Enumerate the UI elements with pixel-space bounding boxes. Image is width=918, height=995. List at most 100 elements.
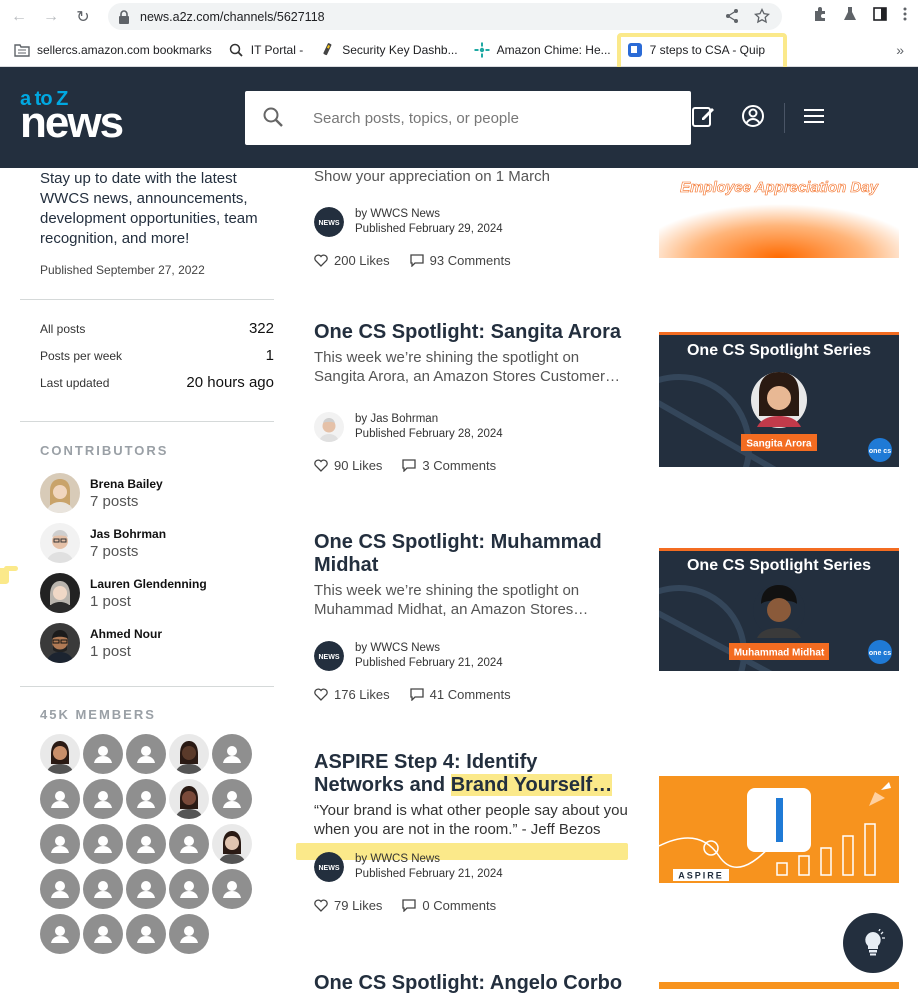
member-avatar[interactable] — [83, 869, 123, 909]
side-panel-icon[interactable] — [872, 6, 888, 22]
member-avatar[interactable] — [169, 734, 209, 774]
bookmark-star-icon[interactable] — [754, 8, 770, 24]
member-avatar[interactable] — [126, 779, 166, 819]
stat-label: All posts — [40, 322, 86, 336]
bookmark-label: IT Portal - — [250, 43, 304, 57]
member-avatar[interactable] — [83, 914, 123, 954]
member-avatar[interactable] — [126, 914, 166, 954]
member-avatar[interactable] — [169, 824, 209, 864]
post-title[interactable]: One CS Spotlight: Sangita Arora — [314, 321, 634, 344]
member-avatar[interactable] — [40, 914, 80, 954]
post-title[interactable]: One CS Spotlight: Angelo Corbo — [314, 972, 634, 995]
contributor-item[interactable]: Brena Bailey 7 posts — [20, 468, 274, 518]
contributor-item[interactable]: Lauren Glendenning 1 post — [20, 568, 274, 618]
contributor-item[interactable]: Jas Bohrman 7 posts — [20, 518, 274, 568]
post-card[interactable]: One CS Spotlight: Muhammad Midhat This w… — [314, 531, 634, 702]
post-thumbnail-appreciation[interactable]: Employee Appreciation Day — [659, 168, 899, 258]
bookmark-quip[interactable]: 7 steps to CSA - Quip — [616, 33, 788, 76]
comment-icon — [410, 688, 424, 701]
member-avatar[interactable] — [40, 869, 80, 909]
stat-last-updated: Last updated 20 hours ago — [40, 374, 274, 401]
member-avatar[interactable] — [83, 734, 123, 774]
tips-button[interactable] — [843, 913, 903, 973]
member-avatar[interactable] — [126, 869, 166, 909]
post-card[interactable]: One CS Spotlight: Angelo Corbo — [314, 972, 634, 995]
reload-icon[interactable]: ↻ — [72, 6, 94, 28]
post-card[interactable]: ASPIRE Step 4: Identify Networks and Bra… — [314, 751, 634, 913]
bookmark-sellercs[interactable]: sellercs.amazon.com bookmarks — [14, 42, 212, 58]
post-thumbnail-spotlight-sangita[interactable]: One CS Spotlight Series Sangita Arora on… — [659, 332, 899, 467]
comments-button[interactable]: 0 Comments — [402, 898, 496, 913]
stat-value: 1 — [265, 347, 274, 364]
comment-icon — [402, 899, 417, 912]
post-excerpt: This week we’re shining the spotlight on… — [314, 582, 589, 618]
member-avatar[interactable] — [40, 824, 80, 864]
search-input[interactable] — [313, 109, 673, 127]
post-card[interactable]: One CS Spotlight: Sangita Arora This wee… — [314, 321, 634, 473]
compose-icon[interactable] — [690, 103, 716, 129]
search-box[interactable] — [245, 91, 691, 145]
post-thumbnail-spotlight-midhat[interactable]: One CS Spotlight Series Muhammad Midhat … — [659, 548, 899, 671]
profile-icon[interactable] — [740, 103, 766, 129]
channel-published-date: Published September 27, 2022 — [40, 263, 205, 277]
member-avatar[interactable] — [212, 869, 252, 909]
divider — [20, 686, 274, 687]
comments-count: 41 Comments — [429, 687, 511, 702]
member-avatar[interactable] — [212, 779, 252, 819]
post-author: by WWCS News — [355, 642, 440, 654]
comments-count: 3 Comments — [422, 458, 497, 473]
member-avatar[interactable] — [83, 779, 123, 819]
avatar — [40, 573, 80, 613]
contributor-post-count: 1 post — [90, 642, 131, 660]
comments-button[interactable]: 41 Comments — [410, 687, 511, 702]
extension-icon[interactable] — [812, 6, 828, 22]
contributor-item[interactable]: Ahmed Nour 1 post — [20, 618, 274, 668]
member-avatar[interactable] — [126, 734, 166, 774]
member-avatar[interactable] — [40, 734, 80, 774]
labs-flask-icon[interactable] — [842, 6, 858, 22]
member-avatar[interactable] — [212, 824, 252, 864]
member-avatar[interactable] — [40, 779, 80, 819]
member-avatar[interactable] — [212, 734, 252, 774]
atoz-news-logo[interactable]: a to Z news — [20, 89, 124, 145]
member-avatar[interactable] — [126, 824, 166, 864]
avatar — [40, 473, 80, 513]
menu-kebab-icon[interactable] — [902, 6, 908, 22]
avatar — [40, 623, 80, 663]
post-excerpt: Show your appreciation on 1 March — [314, 168, 550, 185]
bookmark-security-key[interactable]: Security Key Dashb... — [319, 42, 458, 58]
bookmark-it-portal[interactable]: IT Portal - — [228, 42, 303, 58]
post-thumbnail-aspire[interactable]: ASPIRE — [659, 776, 899, 883]
address-bar[interactable]: news.a2z.com/channels/5627118 — [108, 3, 782, 30]
forward-icon[interactable]: → — [40, 6, 62, 28]
stat-value: 322 — [248, 320, 274, 337]
like-button[interactable]: 200 Likes — [314, 253, 390, 268]
back-icon[interactable]: ← — [8, 6, 30, 28]
member-avatar[interactable] — [169, 914, 209, 954]
member-avatar[interactable] — [169, 869, 209, 909]
bookmarks-overflow-icon[interactable]: » — [896, 42, 904, 58]
post-byline: NEWS by WWCS News Published February 21, … — [314, 641, 634, 671]
like-button[interactable]: 79 Likes — [314, 898, 382, 913]
post-thumbnail-partial[interactable] — [659, 982, 899, 989]
post-title-highlighted: Brand Yourself… — [450, 774, 613, 796]
like-button[interactable]: 90 Likes — [314, 458, 382, 473]
bookmark-amazon-chime[interactable]: Amazon Chime: He... — [474, 42, 611, 58]
comments-button[interactable]: 93 Comments — [410, 253, 511, 268]
security-key-icon — [323, 43, 332, 56]
thumb-badge: one cs — [869, 650, 891, 657]
magnifier-chat-icon — [229, 43, 243, 57]
heart-icon — [314, 688, 328, 701]
like-button[interactable]: 176 Likes — [314, 687, 390, 702]
post-title[interactable]: ASPIRE Step 4: Identify Networks and Bra… — [314, 751, 634, 797]
post-card[interactable]: Show your appreciation on 1 March NEWS b… — [314, 163, 634, 268]
chime-icon — [474, 42, 490, 58]
post-date: Published February 28, 2024 — [355, 428, 503, 440]
comments-button[interactable]: 3 Comments — [402, 458, 496, 473]
share-icon[interactable] — [724, 8, 740, 24]
member-avatar[interactable] — [83, 824, 123, 864]
post-title[interactable]: One CS Spotlight: Muhammad Midhat — [314, 531, 634, 577]
member-avatar[interactable] — [169, 779, 209, 819]
hamburger-menu-icon[interactable] — [801, 103, 827, 129]
heart-icon — [314, 459, 328, 472]
